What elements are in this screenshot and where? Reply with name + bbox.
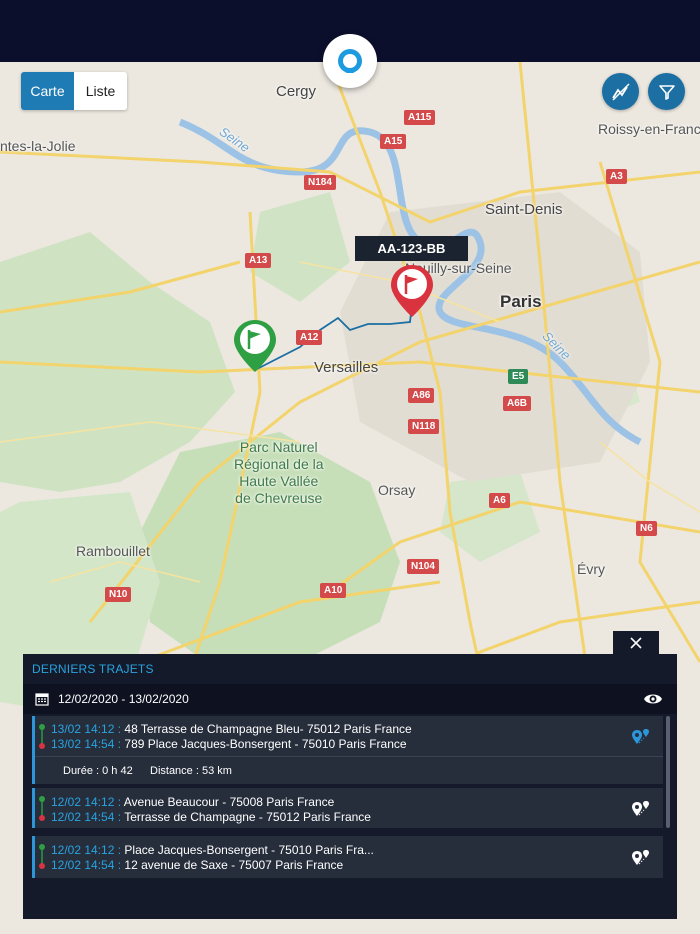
trip-start: 12/02 14:12 : Place Jacques-Bonsergent -… — [51, 843, 374, 857]
route-off-icon — [611, 82, 630, 101]
recent-trips-panel: DERNIERS TRAJETS 12/02/2020 - 13/02/2020… — [23, 654, 677, 919]
place-label: Saint-Denis — [485, 201, 563, 218]
trip-start-time: 12/02 14:12 : — [51, 795, 122, 809]
road-shield: N184 — [304, 175, 336, 190]
trip-start-time: 13/02 14:12 : — [51, 722, 122, 736]
place-label: Versailles — [314, 359, 379, 376]
trip-end-address: Terrasse de Champagne - 75012 Paris Fran… — [124, 810, 371, 824]
place-label: Rambouillet — [76, 543, 150, 559]
trip-end-address: 12 avenue de Saxe - 75007 Paris France — [124, 858, 344, 872]
end-flag-marker[interactable] — [389, 263, 435, 319]
road-shield: A12 — [296, 330, 323, 345]
trip-end-address: 789 Place Jacques-Bonsergent - 75010 Par… — [124, 737, 407, 751]
trip-start-time: 12/02 14:12 : — [51, 843, 122, 857]
place-label: Orsay — [378, 482, 416, 498]
road-shield: N104 — [407, 559, 439, 574]
panel-title: DERNIERS TRAJETS — [32, 662, 154, 676]
road-shield: N6 — [636, 521, 657, 536]
list-tab[interactable]: Liste — [74, 72, 127, 110]
place-label: Paris — [500, 292, 542, 311]
scrollbar[interactable] — [666, 716, 670, 828]
route-pins-icon[interactable] — [631, 728, 651, 746]
trip-distance: Distance : 53 km — [150, 765, 232, 777]
place-label: ntes-la-Jolie — [0, 138, 76, 154]
location-logo-icon — [338, 49, 362, 73]
trip-item[interactable]: 12/02 14:12 : Avenue Beaucour - 75008 Pa… — [32, 788, 663, 828]
road-shield: N10 — [105, 587, 132, 602]
trip-item[interactable]: 12/02 14:12 : Place Jacques-Bonsergent -… — [32, 836, 663, 878]
road-shield: A6B — [503, 396, 532, 411]
filter-icon — [658, 84, 675, 100]
road-shield: A6 — [489, 493, 510, 508]
trip-start-address: Place Jacques-Bonsergent - 75010 Paris F… — [124, 843, 374, 857]
close-icon — [630, 637, 642, 649]
place-label: Évry — [577, 561, 605, 577]
place-label: Roissy-en-France — [598, 121, 700, 137]
road-shield: A10 — [320, 583, 347, 598]
start-end-indicator-icon — [39, 844, 45, 869]
trip-details: Durée : 0 h 42 Distance : 53 km — [35, 756, 663, 784]
start-end-indicator-icon — [39, 724, 45, 749]
date-filter-row[interactable]: 12/02/2020 - 13/02/2020 — [23, 684, 677, 714]
calendar-icon — [35, 693, 49, 706]
view-toggle: Carte Liste — [21, 72, 127, 110]
trip-end-time: 13/02 14:54 : — [51, 737, 122, 751]
road-shield: A3 — [606, 169, 627, 184]
start-end-indicator-icon — [39, 796, 45, 821]
place-label: Cergy — [276, 83, 317, 100]
close-panel-button[interactable] — [613, 631, 659, 655]
trip-end: 12/02 14:54 : 12 avenue de Saxe - 75007 … — [51, 858, 343, 872]
trip-start: 13/02 14:12 : 48 Terrasse de Champagne B… — [51, 722, 412, 736]
date-range: 12/02/2020 - 13/02/2020 — [58, 692, 189, 706]
trip-duration: Durée : 0 h 42 — [63, 765, 133, 777]
trip-end-time: 12/02 14:54 : — [51, 810, 122, 824]
route-pins-icon[interactable] — [631, 849, 651, 867]
trip-start: 12/02 14:12 : Avenue Beaucour - 75008 Pa… — [51, 795, 334, 809]
route-toggle-button[interactable] — [602, 73, 639, 110]
filter-button[interactable] — [648, 73, 685, 110]
road-shield: E5 — [508, 369, 529, 384]
route-pins-icon[interactable] — [631, 800, 651, 818]
vehicle-plate-label: AA-123-BB — [355, 236, 468, 261]
trip-end: 13/02 14:54 : 789 Place Jacques-Bonserge… — [51, 737, 407, 751]
road-shield: A86 — [408, 388, 435, 403]
start-flag-marker[interactable] — [232, 318, 278, 374]
road-shield: N118 — [408, 419, 440, 434]
road-shield: A15 — [380, 134, 407, 149]
park-label: Parc Naturel Régional de la Haute Vallée… — [234, 439, 324, 506]
trip-item[interactable]: 13/02 14:12 : 48 Terrasse de Champagne B… — [32, 716, 663, 784]
eye-icon[interactable] — [643, 691, 663, 707]
road-shield: A115 — [404, 110, 436, 125]
map-tab[interactable]: Carte — [21, 72, 74, 110]
trip-end: 12/02 14:54 : Terrasse de Champagne - 75… — [51, 810, 371, 824]
road-shield: A13 — [245, 253, 272, 268]
app-logo-button[interactable] — [323, 34, 377, 88]
trip-start-address: Avenue Beaucour - 75008 Paris France — [123, 795, 335, 809]
trip-end-time: 12/02 14:54 : — [51, 858, 122, 872]
trip-start-address: 48 Terrasse de Champagne Bleu- 75012 Par… — [124, 722, 412, 736]
